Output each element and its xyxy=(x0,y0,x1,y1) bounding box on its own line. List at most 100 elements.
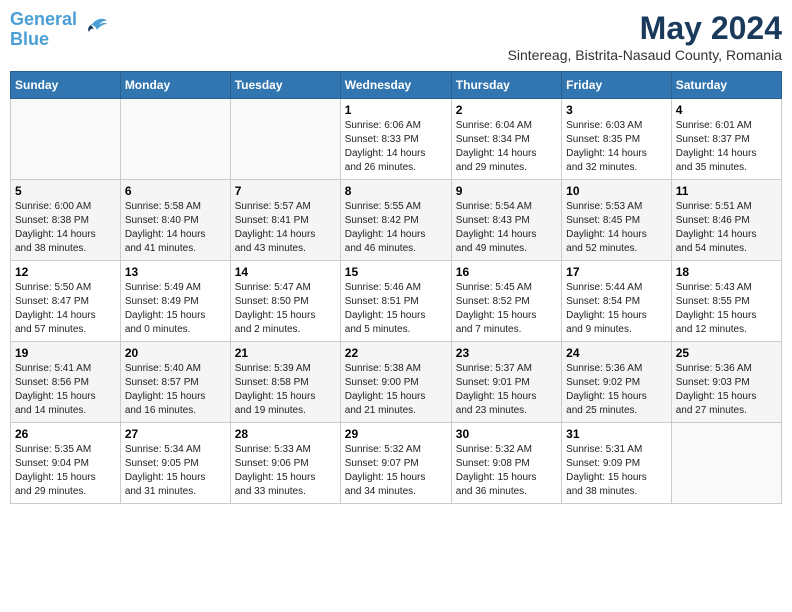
calendar-cell xyxy=(230,99,340,180)
week-row-2: 5 Sunrise: 6:00 AM Sunset: 8:38 PM Daylig… xyxy=(11,180,782,261)
calendar-cell: 12Sunrise: 5:50 AM Sunset: 8:47 PM Dayli… xyxy=(11,261,121,342)
calendar-cell: 1 Sunrise: 6:06 AM Sunset: 8:33 PM Daylig… xyxy=(340,99,451,180)
week-row-1: 1 Sunrise: 6:06 AM Sunset: 8:33 PM Daylig… xyxy=(11,99,782,180)
day-info: Sunrise: 5:46 AM Sunset: 8:51 PM Dayligh… xyxy=(345,281,447,337)
calendar-cell: 7Sunrise: 5:57 AM Sunset: 8:41 PM Daylig… xyxy=(230,180,340,261)
day-number: 25 xyxy=(676,346,777,360)
day-number: 31 xyxy=(566,427,667,441)
calendar-cell: 5 Sunrise: 6:00 AM Sunset: 8:38 PM Daylig… xyxy=(11,180,121,261)
day-number: 9 xyxy=(456,184,557,198)
day-number: 15 xyxy=(345,265,447,279)
day-info: Sunrise: 6:04 AM Sunset: 8:34 PM Dayligh… xyxy=(456,119,557,175)
page-header: General Blue May 2024 Sintereag, Bistrit… xyxy=(10,10,782,63)
day-number: 22 xyxy=(345,346,447,360)
day-number: 1 xyxy=(345,103,447,117)
day-number: 20 xyxy=(125,346,226,360)
calendar-cell: 31 Sunrise: 5:31 AM Sunset: 9:09 PM Dayli… xyxy=(562,423,672,504)
day-info: Sunrise: 5:38 AM Sunset: 9:00 PM Dayligh… xyxy=(345,362,447,418)
calendar-cell: 3 Sunrise: 6:03 AM Sunset: 8:35 PM Daylig… xyxy=(562,99,672,180)
day-number: 13 xyxy=(125,265,226,279)
calendar-cell: 25 Sunrise: 5:36 AM Sunset: 9:03 PM Dayli… xyxy=(671,342,781,423)
day-number: 19 xyxy=(15,346,116,360)
day-info: Sunrise: 5:58 AM Sunset: 8:40 PM Dayligh… xyxy=(125,200,226,256)
day-info: Sunrise: 5:33 AM Sunset: 9:06 PM Dayligh… xyxy=(235,443,336,499)
day-info: Sunrise: 5:45 AM Sunset: 8:52 PM Dayligh… xyxy=(456,281,557,337)
calendar-cell: 19Sunrise: 5:41 AM Sunset: 8:56 PM Dayli… xyxy=(11,342,121,423)
day-info: Sunrise: 5:36 AM Sunset: 9:02 PM Dayligh… xyxy=(566,362,667,418)
calendar-cell xyxy=(671,423,781,504)
day-number: 29 xyxy=(345,427,447,441)
weekday-header-wednesday: Wednesday xyxy=(340,72,451,99)
day-info: Sunrise: 6:00 AM Sunset: 8:38 PM Dayligh… xyxy=(15,200,116,256)
weekday-header-thursday: Thursday xyxy=(451,72,561,99)
day-number: 2 xyxy=(456,103,557,117)
day-info: Sunrise: 5:36 AM Sunset: 9:03 PM Dayligh… xyxy=(676,362,777,418)
day-number: 8 xyxy=(345,184,447,198)
calendar-cell xyxy=(11,99,121,180)
calendar-cell: 23Sunrise: 5:37 AM Sunset: 9:01 PM Dayli… xyxy=(451,342,561,423)
day-info: Sunrise: 5:54 AM Sunset: 8:43 PM Dayligh… xyxy=(456,200,557,256)
day-number: 10 xyxy=(566,184,667,198)
day-number: 21 xyxy=(235,346,336,360)
calendar-cell: 6 Sunrise: 5:58 AM Sunset: 8:40 PM Daylig… xyxy=(120,180,230,261)
calendar-cell: 9 Sunrise: 5:54 AM Sunset: 8:43 PM Daylig… xyxy=(451,180,561,261)
day-number: 23 xyxy=(456,346,557,360)
day-info: Sunrise: 6:06 AM Sunset: 8:33 PM Dayligh… xyxy=(345,119,447,175)
calendar-cell: 21 Sunrise: 5:39 AM Sunset: 8:58 PM Dayli… xyxy=(230,342,340,423)
day-number: 5 xyxy=(15,184,116,198)
week-row-5: 26 Sunrise: 5:35 AM Sunset: 9:04 PM Dayli… xyxy=(11,423,782,504)
calendar-cell: 22 Sunrise: 5:38 AM Sunset: 9:00 PM Dayli… xyxy=(340,342,451,423)
day-number: 12 xyxy=(15,265,116,279)
week-row-4: 19Sunrise: 5:41 AM Sunset: 8:56 PM Dayli… xyxy=(11,342,782,423)
day-number: 18 xyxy=(676,265,777,279)
weekday-header-friday: Friday xyxy=(562,72,672,99)
calendar-cell: 24 Sunrise: 5:36 AM Sunset: 9:02 PM Dayli… xyxy=(562,342,672,423)
calendar-cell: 17 Sunrise: 5:44 AM Sunset: 8:54 PM Dayli… xyxy=(562,261,672,342)
day-info: Sunrise: 5:55 AM Sunset: 8:42 PM Dayligh… xyxy=(345,200,447,256)
day-info: Sunrise: 5:57 AM Sunset: 8:41 PM Dayligh… xyxy=(235,200,336,256)
calendar-cell: 10 Sunrise: 5:53 AM Sunset: 8:45 PM Dayli… xyxy=(562,180,672,261)
calendar-table: SundayMondayTuesdayWednesdayThursdayFrid… xyxy=(10,71,782,504)
calendar-cell: 26 Sunrise: 5:35 AM Sunset: 9:04 PM Dayli… xyxy=(11,423,121,504)
calendar-cell: 30Sunrise: 5:32 AM Sunset: 9:08 PM Dayli… xyxy=(451,423,561,504)
calendar-cell: 8 Sunrise: 5:55 AM Sunset: 8:42 PM Daylig… xyxy=(340,180,451,261)
day-number: 24 xyxy=(566,346,667,360)
day-number: 17 xyxy=(566,265,667,279)
day-number: 4 xyxy=(676,103,777,117)
day-number: 28 xyxy=(235,427,336,441)
day-info: Sunrise: 5:47 AM Sunset: 8:50 PM Dayligh… xyxy=(235,281,336,337)
weekday-header-monday: Monday xyxy=(120,72,230,99)
day-info: Sunrise: 5:43 AM Sunset: 8:55 PM Dayligh… xyxy=(676,281,777,337)
calendar-cell: 20 Sunrise: 5:40 AM Sunset: 8:57 PM Dayli… xyxy=(120,342,230,423)
day-info: Sunrise: 5:32 AM Sunset: 9:07 PM Dayligh… xyxy=(345,443,447,499)
day-number: 11 xyxy=(676,184,777,198)
day-info: Sunrise: 5:39 AM Sunset: 8:58 PM Dayligh… xyxy=(235,362,336,418)
calendar-cell: 13 Sunrise: 5:49 AM Sunset: 8:49 PM Dayli… xyxy=(120,261,230,342)
month-title: May 2024 xyxy=(508,10,782,47)
day-info: Sunrise: 5:53 AM Sunset: 8:45 PM Dayligh… xyxy=(566,200,667,256)
day-info: Sunrise: 5:44 AM Sunset: 8:54 PM Dayligh… xyxy=(566,281,667,337)
weekday-header-saturday: Saturday xyxy=(671,72,781,99)
day-info: Sunrise: 5:40 AM Sunset: 8:57 PM Dayligh… xyxy=(125,362,226,418)
calendar-cell: 28 Sunrise: 5:33 AM Sunset: 9:06 PM Dayli… xyxy=(230,423,340,504)
day-number: 6 xyxy=(125,184,226,198)
calendar-cell: 15 Sunrise: 5:46 AM Sunset: 8:51 PM Dayli… xyxy=(340,261,451,342)
logo: General Blue xyxy=(10,10,109,50)
weekday-header-tuesday: Tuesday xyxy=(230,72,340,99)
day-info: Sunrise: 6:03 AM Sunset: 8:35 PM Dayligh… xyxy=(566,119,667,175)
calendar-cell: 14 Sunrise: 5:47 AM Sunset: 8:50 PM Dayli… xyxy=(230,261,340,342)
calendar-cell xyxy=(120,99,230,180)
day-info: Sunrise: 5:31 AM Sunset: 9:09 PM Dayligh… xyxy=(566,443,667,499)
logo-text: General Blue xyxy=(10,10,77,50)
day-info: Sunrise: 5:32 AM Sunset: 9:08 PM Dayligh… xyxy=(456,443,557,499)
calendar-cell: 27Sunrise: 5:34 AM Sunset: 9:05 PM Dayli… xyxy=(120,423,230,504)
calendar-cell: 18 Sunrise: 5:43 AM Sunset: 8:55 PM Dayli… xyxy=(671,261,781,342)
calendar-cell: 11Sunrise: 5:51 AM Sunset: 8:46 PM Dayli… xyxy=(671,180,781,261)
weekday-header-sunday: Sunday xyxy=(11,72,121,99)
day-number: 14 xyxy=(235,265,336,279)
day-number: 26 xyxy=(15,427,116,441)
day-info: Sunrise: 5:35 AM Sunset: 9:04 PM Dayligh… xyxy=(15,443,116,499)
day-number: 3 xyxy=(566,103,667,117)
calendar-cell: 2 Sunrise: 6:04 AM Sunset: 8:34 PM Daylig… xyxy=(451,99,561,180)
day-info: Sunrise: 5:49 AM Sunset: 8:49 PM Dayligh… xyxy=(125,281,226,337)
